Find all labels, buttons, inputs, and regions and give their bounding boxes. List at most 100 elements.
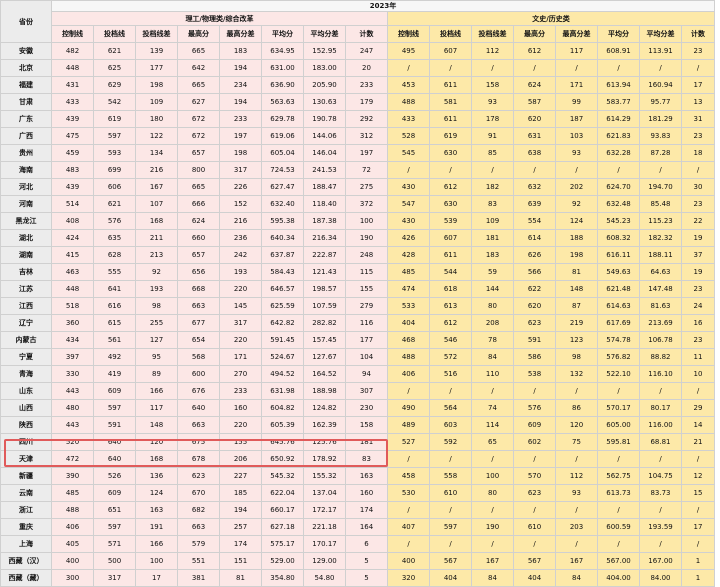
science-cell: 600 bbox=[177, 365, 220, 383]
arts-cell: 85.48 bbox=[639, 195, 682, 213]
science-cell: 640 bbox=[93, 450, 136, 468]
arts-cell: 64.63 bbox=[639, 263, 682, 281]
arts-cell: 181 bbox=[471, 229, 514, 247]
arts-cell: 80 bbox=[471, 297, 514, 315]
science-col-header: 最高分 bbox=[177, 25, 220, 43]
arts-cell: 626 bbox=[513, 246, 556, 264]
science-cell: 520 bbox=[51, 433, 94, 451]
science-cell: 81 bbox=[219, 569, 262, 587]
arts-cell: 591 bbox=[513, 331, 556, 349]
arts-cell: 78 bbox=[471, 331, 514, 349]
science-cell: 157.45 bbox=[303, 331, 346, 349]
science-cell: 448 bbox=[51, 59, 94, 77]
arts-cell: 19 bbox=[681, 263, 715, 281]
science-cell: 675 bbox=[177, 433, 220, 451]
arts-cell: 21 bbox=[681, 433, 715, 451]
science-cell: 676 bbox=[177, 382, 220, 400]
province-cell: 江苏 bbox=[0, 280, 52, 298]
science-cell: 187.38 bbox=[303, 212, 346, 230]
science-cell: 160 bbox=[219, 399, 262, 417]
table-row: 重庆 406 597 191 663 257 627.18 221.18 164 407 597 19… bbox=[0, 518, 715, 536]
arts-cell: 433 bbox=[387, 110, 430, 128]
arts-col-header: 计数 bbox=[681, 25, 715, 43]
science-cell: 604.82 bbox=[261, 399, 304, 417]
science-cell: 660 bbox=[177, 229, 220, 247]
arts-cell: 188 bbox=[555, 229, 598, 247]
province-cell: 吉林 bbox=[0, 263, 52, 281]
arts-cell: 17 bbox=[681, 518, 715, 536]
arts-cell: 13 bbox=[681, 93, 715, 111]
science-cell: 640 bbox=[177, 399, 220, 417]
science-cell: 234 bbox=[219, 76, 262, 94]
science-cell: 400 bbox=[51, 552, 94, 570]
science-cell: 561 bbox=[93, 331, 136, 349]
table-row: 广西 475 597 122 672 197 619.06 144.06 312 528 619 91… bbox=[0, 127, 715, 145]
arts-cell: 320 bbox=[387, 569, 430, 587]
arts-cell: 93.83 bbox=[639, 127, 682, 145]
arts-cell: 109 bbox=[471, 212, 514, 230]
science-cell: 120 bbox=[135, 433, 178, 451]
science-cell: 136 bbox=[135, 467, 178, 485]
science-cell: 191 bbox=[135, 518, 178, 536]
science-cell: 146.04 bbox=[303, 144, 346, 162]
arts-cell: 87 bbox=[555, 297, 598, 315]
table-row: 湖北 424 635 211 660 236 640.34 216.34 190 426 607 18… bbox=[0, 229, 715, 247]
science-cell: 443 bbox=[51, 416, 94, 434]
science-cell: 54.80 bbox=[303, 569, 346, 587]
arts-cell: 623 bbox=[513, 484, 556, 502]
arts-cell: 93 bbox=[555, 484, 598, 502]
arts-cell: 495 bbox=[387, 42, 430, 60]
science-cell: 665 bbox=[177, 42, 220, 60]
science-cell: 270 bbox=[219, 365, 262, 383]
table-row: 甘肃 433 542 109 627 194 563.63 130.63 179 488 581 93… bbox=[0, 93, 715, 111]
arts-cell: / bbox=[555, 161, 598, 179]
arts-cell: 567 bbox=[429, 552, 472, 570]
science-cell: 593 bbox=[93, 144, 136, 162]
province-cell: 西藏（藏） bbox=[0, 569, 52, 587]
arts-cell: 23 bbox=[681, 331, 715, 349]
arts-cell: 458 bbox=[387, 467, 430, 485]
science-cell: 211 bbox=[135, 229, 178, 247]
arts-cell: 639 bbox=[513, 195, 556, 213]
science-cell: 629 bbox=[93, 76, 136, 94]
table-row: 黑龙江 408 576 168 624 216 595.38 187.38 100 430 539 1… bbox=[0, 212, 715, 230]
science-cell: 5 bbox=[345, 569, 388, 587]
arts-cell: 178 bbox=[471, 110, 514, 128]
arts-cell: 106.78 bbox=[639, 331, 682, 349]
science-cell: 492 bbox=[93, 348, 136, 366]
province-cell: 河南 bbox=[0, 195, 52, 213]
province-cell: 天津 bbox=[0, 450, 52, 468]
science-cell: 312 bbox=[345, 127, 388, 145]
arts-cell: 600.59 bbox=[597, 518, 640, 536]
science-cell: 198 bbox=[135, 76, 178, 94]
table-row: 吉林 463 555 92 656 193 584.43 121.43 115 485 544 59 5… bbox=[0, 263, 715, 281]
arts-cell: 616.11 bbox=[597, 246, 640, 264]
science-cell: 116 bbox=[345, 314, 388, 332]
province-cell: 山东 bbox=[0, 382, 52, 400]
arts-cell: / bbox=[639, 382, 682, 400]
science-cell: 800 bbox=[177, 161, 220, 179]
science-cell: 83 bbox=[345, 450, 388, 468]
table-row: 江西 518 616 98 663 145 625.59 107.59 279 533 613 80 6… bbox=[0, 297, 715, 315]
science-cell: 591.45 bbox=[261, 331, 304, 349]
science-cell: 663 bbox=[177, 416, 220, 434]
arts-cell: / bbox=[471, 59, 514, 77]
science-cell: 657 bbox=[177, 144, 220, 162]
arts-cell: 114 bbox=[471, 416, 514, 434]
province-cell: 湖南 bbox=[0, 246, 52, 264]
science-cell: 597 bbox=[93, 518, 136, 536]
arts-cell: 112 bbox=[471, 42, 514, 60]
arts-cell: / bbox=[387, 450, 430, 468]
science-cell: 134 bbox=[135, 144, 178, 162]
arts-cell: 570 bbox=[513, 467, 556, 485]
province-cell: 陕西 bbox=[0, 416, 52, 434]
table-row: 新疆 390 526 136 623 227 545.32 155.32 163 458 558 10… bbox=[0, 467, 715, 485]
arts-cell: 404 bbox=[387, 314, 430, 332]
province-cell: 辽宁 bbox=[0, 314, 52, 332]
science-cell: 666 bbox=[177, 195, 220, 213]
arts-cell: 187 bbox=[555, 110, 598, 128]
arts-cell: 546 bbox=[429, 331, 472, 349]
arts-cell: 84 bbox=[555, 569, 598, 587]
science-cell: 656 bbox=[177, 263, 220, 281]
province-cell: 福建 bbox=[0, 76, 52, 94]
